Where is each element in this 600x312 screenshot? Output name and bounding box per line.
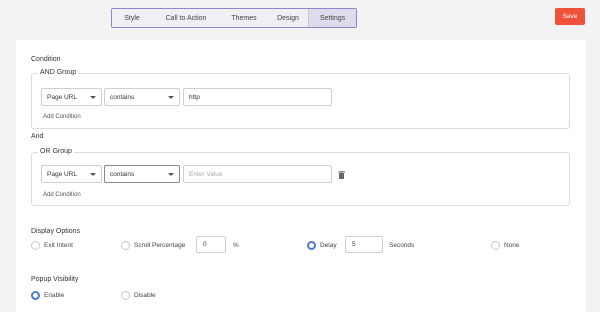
delay-unit: Seconds [389,242,415,249]
or-value-input[interactable]: Enter Value [183,165,332,183]
or-operator-value: contains [110,170,135,178]
delay-value: 5 [352,241,356,248]
save-button[interactable]: Save [555,8,585,25]
or-operator-select[interactable]: contains [104,165,180,183]
and-joiner-label: And [31,133,44,140]
tab-themes[interactable]: Themes [220,9,268,27]
or-add-condition-link[interactable]: Add Condition [43,192,81,198]
enable-radio[interactable] [31,291,40,300]
exit-intent-option[interactable]: Exit Intent [31,241,73,250]
delay-label: Delay [320,242,337,249]
tab-design[interactable]: Design [268,9,308,27]
scroll-percentage-label: Scroll Percentage [134,242,186,249]
or-value-placeholder: Enter Value [189,170,223,178]
scroll-percentage-option[interactable]: Scroll Percentage [121,241,185,250]
and-field-select[interactable]: Page URL [41,88,102,106]
or-field-value: Page URL [47,170,77,178]
tab-call-to-action[interactable]: Call to Action [152,9,220,27]
disable-radio[interactable] [121,291,130,300]
tab-bar: Style Call to Action Themes Design Setti… [111,8,357,28]
delay-radio[interactable] [307,241,316,250]
scroll-percentage-value: 0 [203,241,207,248]
popup-visibility-title: Popup Visibility [31,276,79,283]
scroll-percentage-input[interactable]: 0 [196,236,226,253]
and-group-title: AND Group [38,69,79,76]
display-options-title: Display Options [31,228,81,235]
chevron-down-icon [168,96,174,99]
scroll-unit: % [233,242,239,249]
or-group-title: OR Group [38,148,74,155]
chevron-down-icon [90,173,96,176]
enable-label: Enable [44,292,65,299]
disable-label: Disable [134,292,156,299]
tab-style[interactable]: Style [112,9,152,27]
none-option[interactable]: None [491,241,520,250]
condition-title: Condition [31,56,61,63]
disable-option[interactable]: Disable [121,291,156,300]
and-field-value: Page URL [47,93,77,101]
chevron-down-icon [90,96,96,99]
chevron-down-icon [168,173,174,176]
none-label: None [504,242,520,249]
and-add-condition-link[interactable]: Add Condition [43,114,81,120]
delay-input[interactable]: 5 [345,236,383,253]
and-operator-select[interactable]: contains [104,88,180,106]
exit-intent-radio[interactable] [31,241,40,250]
and-operator-value: contains [110,93,135,101]
none-radio[interactable] [491,241,500,250]
scroll-percentage-radio[interactable] [121,241,130,250]
trash-icon[interactable] [338,171,345,179]
or-field-select[interactable]: Page URL [41,165,102,183]
enable-option[interactable]: Enable [31,291,64,300]
exit-intent-label: Exit Intent [44,242,73,249]
delay-option[interactable]: Delay [307,241,337,250]
and-value-input[interactable]: http [183,88,332,106]
tab-settings[interactable]: Settings [308,9,356,27]
and-value-text: http [189,93,200,101]
